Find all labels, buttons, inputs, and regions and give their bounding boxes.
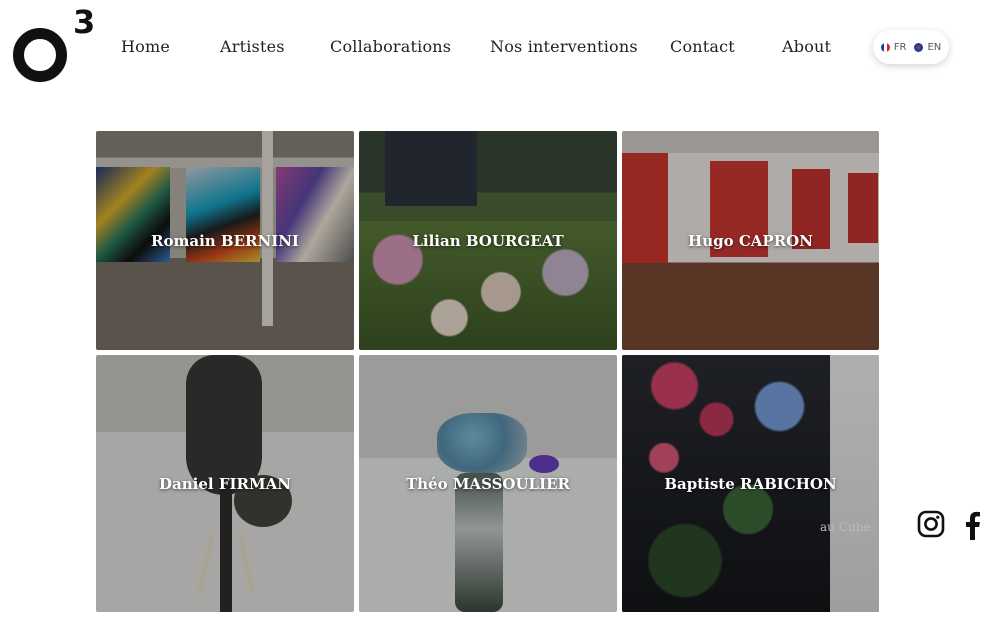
lang-fr-option[interactable]: FR	[880, 41, 907, 53]
artist-name: Lilian BOURGEAT	[412, 231, 564, 250]
background-text: au Cube	[820, 520, 871, 534]
nav-contact[interactable]: Contact	[670, 37, 735, 56]
artist-name: Daniel FIRMAN	[159, 474, 291, 493]
facebook-link[interactable]	[962, 510, 982, 544]
nav-collaborations[interactable]: Collaborations	[330, 37, 451, 56]
nav-artistes[interactable]: Artistes	[220, 37, 285, 56]
language-switcher: FR EN	[873, 30, 949, 64]
lang-en-label: EN	[927, 41, 942, 53]
uk-flag-icon	[914, 42, 924, 52]
artist-name: Théo MASSOULIER	[405, 474, 571, 493]
nav-about[interactable]: About	[782, 37, 831, 56]
artist-name: Romain BERNINI	[151, 231, 299, 250]
nav-home[interactable]: Home	[121, 37, 170, 56]
instagram-icon	[917, 510, 945, 538]
artist-tile-bernini[interactable]: Romain BERNINI	[96, 131, 354, 350]
main-nav: Home Artistes Collaborations Nos interve…	[0, 0, 999, 92]
nav-interventions[interactable]: Nos interventions	[490, 37, 638, 56]
artist-tile-massoulier[interactable]: Théo MASSOULIER	[359, 355, 617, 612]
artist-name: Baptiste RABICHON	[664, 474, 837, 493]
facebook-icon	[966, 511, 980, 540]
artist-tile-capron[interactable]: Hugo CAPRON	[622, 131, 879, 350]
artist-tile-firman[interactable]: Daniel FIRMAN	[96, 355, 354, 612]
lang-fr-label: FR	[893, 41, 907, 53]
artists-grid: Romain BERNINI Lilian BOURGEAT Hugo CAPR…	[96, 131, 879, 612]
artist-tile-bourgeat[interactable]: Lilian BOURGEAT	[359, 131, 617, 350]
artist-tile-rabichon[interactable]: Baptiste RABICHON	[622, 355, 879, 612]
instagram-link[interactable]	[917, 510, 945, 542]
artist-name: Hugo CAPRON	[688, 231, 813, 250]
fr-flag-icon	[880, 42, 890, 52]
lang-en-option[interactable]: EN	[914, 42, 941, 53]
